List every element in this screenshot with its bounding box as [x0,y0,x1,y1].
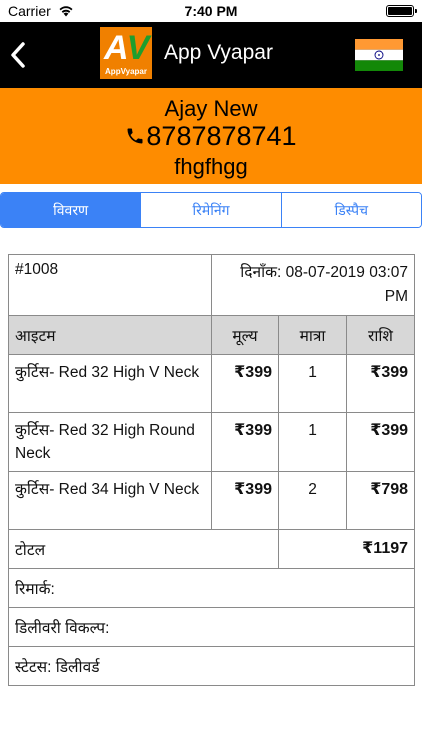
total-row: टोटल ₹1197 [8,529,416,569]
customer-phone-row[interactable]: 8787878741 [0,121,422,152]
status-label: स्टेटस: डिलीवर्ड [7,646,416,686]
logo-word: AppVyapar [105,67,147,76]
item-amount: ₹798 [345,471,416,530]
order-table: #1008 दिनाँक: 08-07-2019 03:07 PM आइटम म… [7,254,416,686]
tab-dispatch[interactable]: डिस्पैच [281,193,421,227]
logo-letters: AV [104,29,149,67]
page-title: App Vyapar [164,41,273,64]
tab-details[interactable]: विवरण [1,193,142,227]
item-qty: 1 [278,412,347,472]
tab-remaining[interactable]: रिमेनिंग [141,193,282,227]
item-qty: 2 [278,471,347,530]
customer-header: Ajay New 8787878741 fhgfhgg [0,88,422,184]
total-value: ₹1197 [277,529,416,569]
item-name: कुर्टिस- Red 32 High V Neck [8,354,212,413]
item-name: कुर्टिस- Red 34 High V Neck [8,471,212,530]
item-price: ₹399 [211,354,279,413]
status-bar: Carrier 7:40 PM [0,0,422,22]
india-flag-icon[interactable] [355,39,403,71]
order-date: दिनाँक: 08-07-2019 03:07 PM [210,254,416,316]
item-amount: ₹399 [345,354,416,413]
order-meta-row: #1008 दिनाँक: 08-07-2019 03:07 PM [8,254,416,316]
phone-icon [127,128,143,144]
chevron-left-icon[interactable] [6,40,30,70]
total-label: टोटल [8,529,279,569]
header-qty: मात्रा [278,315,347,355]
order-number: #1008 [8,254,212,316]
app-logo: AV AppVyapar [100,27,152,79]
header-item: आइटम [8,315,212,355]
nav-bar: AV AppVyapar App Vyapar [0,22,422,88]
customer-phone: 8787878741 [146,121,297,151]
status-time: 7:40 PM [184,3,238,19]
item-qty: 1 [278,354,347,413]
delivery-option-label: डिलीवरी विकल्प: [7,607,416,647]
header-amount: राशि [345,315,416,355]
table-row: कुर्टिस- Red 34 High V Neck ₹399 2 ₹798 [8,471,416,530]
status-row: स्टेटस: डिलीवर्ड [7,646,416,686]
remark-label: रिमार्क: [7,568,416,608]
table-header-row: आइटम मूल्य मात्रा राशि [8,315,416,355]
header-price: मूल्य [211,315,279,355]
table-row: कुर्टिस- Red 32 High Round Neck ₹399 1 ₹… [8,412,416,472]
customer-note: fhgfhgg [174,154,248,179]
item-amount: ₹399 [345,412,416,472]
battery-icon [386,5,417,17]
customer-name: Ajay New [164,96,258,121]
remark-row: रिमार्क: [7,568,416,608]
table-row: कुर्टिस- Red 32 High V Neck ₹399 1 ₹399 [8,354,416,413]
tab-bar: विवरण रिमेनिंग डिस्पैच [0,192,422,228]
delivery-option-row: डिलीवरी विकल्प: [7,607,416,647]
item-price: ₹399 [211,412,279,472]
item-name: कुर्टिस- Red 32 High Round Neck [8,412,212,472]
item-price: ₹399 [211,471,279,530]
